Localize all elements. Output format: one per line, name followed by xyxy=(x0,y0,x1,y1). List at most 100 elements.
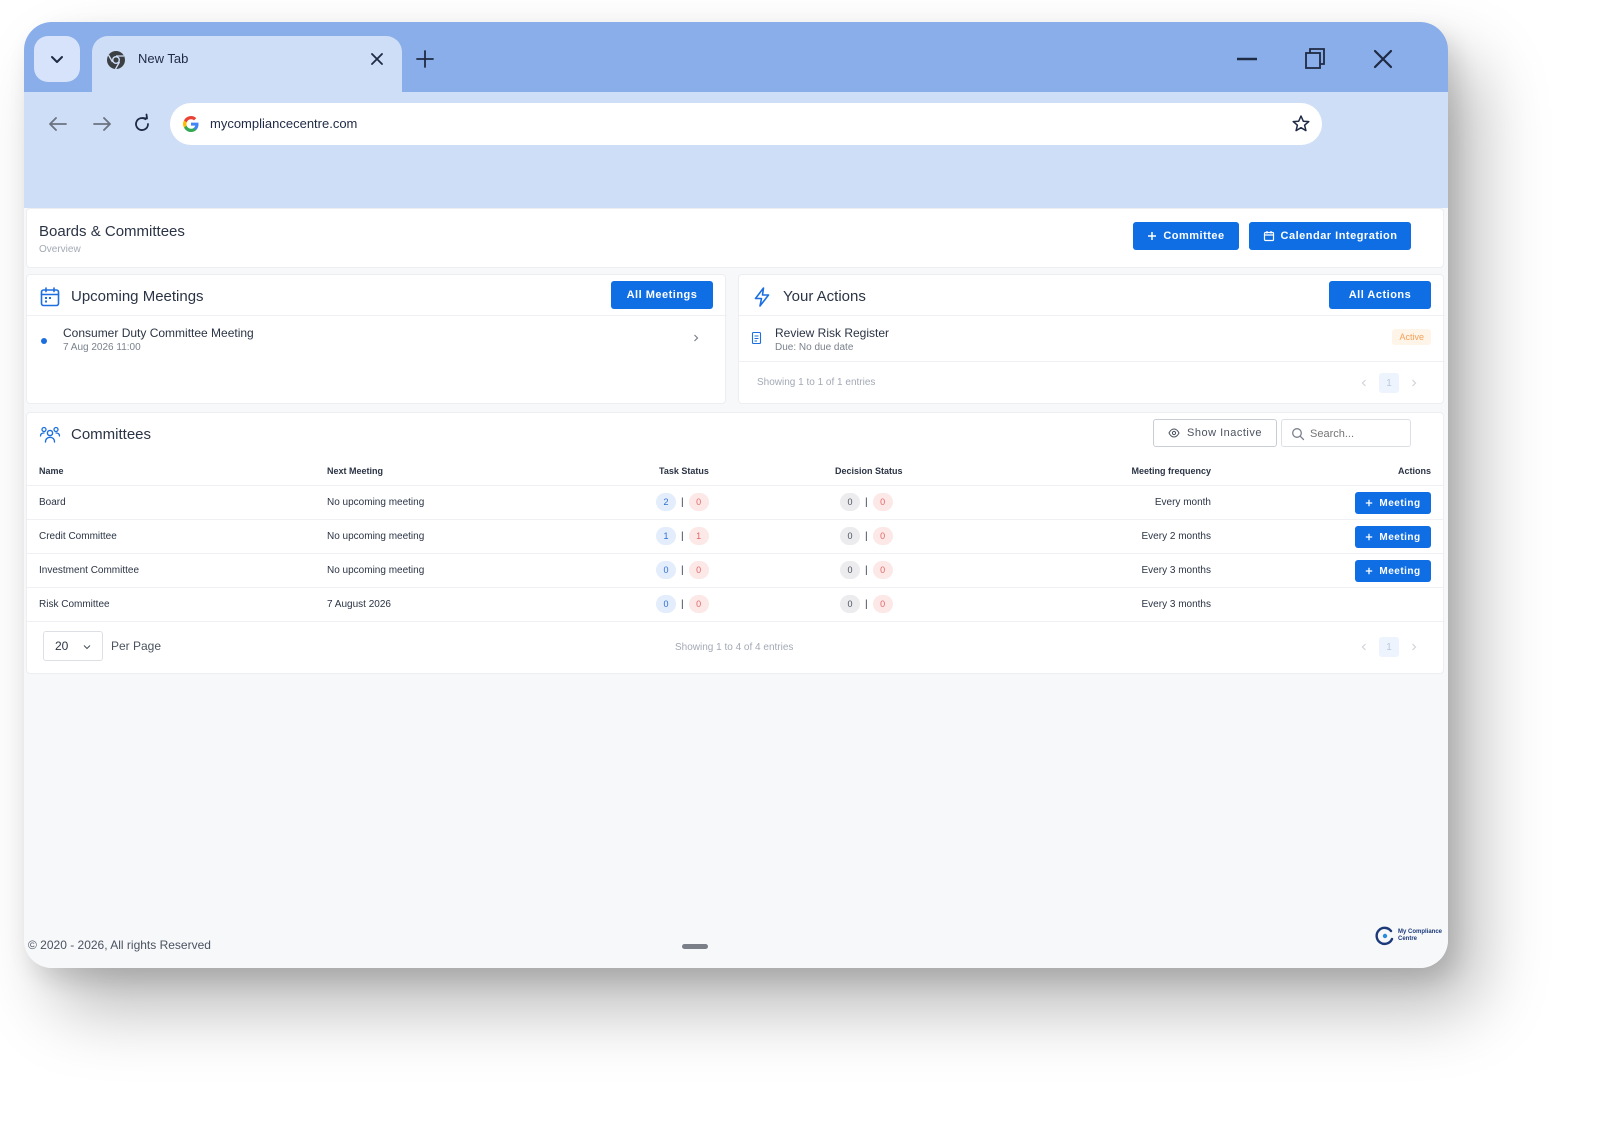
task-status: 1 | 1 xyxy=(656,527,709,545)
col-header-name[interactable]: Name xyxy=(39,466,64,476)
chevron-left-icon[interactable] xyxy=(1357,376,1371,390)
overdue-count: 0 xyxy=(688,595,709,613)
plus-icon xyxy=(1366,533,1373,541)
col-header-frequency[interactable]: Meeting frequency xyxy=(1131,466,1211,476)
tab-search-button[interactable] xyxy=(34,36,80,82)
table-row[interactable]: Credit Committee No upcoming meeting 1 |… xyxy=(27,519,1443,553)
add-committee-button[interactable]: Committee xyxy=(1133,222,1239,250)
search-input-box[interactable] xyxy=(1281,419,1411,447)
card-divider xyxy=(739,361,1445,362)
open-count: 0 xyxy=(656,595,676,613)
col-header-task-status[interactable]: Task Status xyxy=(659,466,709,476)
plus-icon xyxy=(1366,499,1373,507)
status-separator: | xyxy=(681,496,684,508)
address-bar[interactable]: mycompliancecentre.com xyxy=(170,103,1322,145)
overdue-count: 0 xyxy=(872,595,893,613)
meeting-frequency: Every 2 months xyxy=(1141,531,1211,542)
overdue-count: 0 xyxy=(872,493,893,511)
meeting-date: 7 Aug 2026 11:00 xyxy=(63,342,141,353)
col-header-actions: Actions xyxy=(1397,466,1431,476)
status-separator: | xyxy=(681,564,684,576)
table-row[interactable]: Board No upcoming meeting 2 | 0 0 | 0 Ev… xyxy=(27,485,1443,519)
table-row[interactable]: Investment Committee No upcoming meeting… xyxy=(27,553,1443,587)
your-actions-title: Your Actions xyxy=(783,288,866,305)
bullet-dot xyxy=(41,338,47,344)
minimize-icon[interactable] xyxy=(1234,46,1260,72)
per-page-select[interactable]: 20 xyxy=(43,631,103,661)
bookmark-star-icon[interactable] xyxy=(1290,113,1312,135)
add-meeting-button[interactable]: Meeting xyxy=(1355,492,1431,514)
actions-pagination: 1 xyxy=(1357,373,1421,393)
forward-arrow-icon[interactable] xyxy=(88,110,116,138)
overdue-count: 0 xyxy=(688,493,709,511)
col-header-decision-status[interactable]: Decision Status xyxy=(835,466,903,476)
committee-name: Credit Committee xyxy=(39,531,117,542)
show-inactive-button[interactable]: Show Inactive xyxy=(1153,419,1277,447)
all-actions-button[interactable]: All Actions xyxy=(1329,281,1431,309)
open-count: 0 xyxy=(840,493,860,511)
page-title: Boards & Committees xyxy=(39,223,185,240)
page-number[interactable]: 1 xyxy=(1379,373,1399,393)
open-count: 1 xyxy=(656,527,676,545)
chevron-left-icon[interactable] xyxy=(1357,640,1371,654)
new-tab-icon[interactable] xyxy=(412,46,438,72)
open-count: 0 xyxy=(840,527,860,545)
meeting-title: Consumer Duty Committee Meeting xyxy=(63,326,254,340)
add-meeting-button[interactable]: Meeting xyxy=(1355,526,1431,548)
calendar-icon xyxy=(1263,231,1274,242)
add-committee-label: Committee xyxy=(1163,230,1225,242)
plus-icon xyxy=(1148,232,1157,240)
next-meeting: No upcoming meeting xyxy=(327,497,425,508)
company-logo: My Compliance Centre xyxy=(1375,926,1442,946)
open-count: 0 xyxy=(656,561,676,579)
decision-status: 0 | 0 xyxy=(840,595,893,613)
open-count: 0 xyxy=(840,595,860,613)
task-status: 2 | 0 xyxy=(656,493,709,511)
chrome-icon xyxy=(107,51,125,70)
action-title: Review Risk Register xyxy=(775,326,890,340)
page-number[interactable]: 1 xyxy=(1379,637,1399,657)
add-meeting-button[interactable]: Meeting xyxy=(1355,560,1431,582)
status-separator: | xyxy=(865,598,868,610)
all-meetings-button[interactable]: All Meetings xyxy=(611,281,713,309)
search-icon xyxy=(1292,428,1305,441)
open-count: 2 xyxy=(656,493,676,511)
decision-status: 0 | 0 xyxy=(840,527,893,545)
chevron-right-icon[interactable] xyxy=(1407,640,1421,654)
reload-icon[interactable] xyxy=(128,110,156,138)
table-row[interactable]: Risk Committee 7 August 2026 0 | 0 0 | 0… xyxy=(27,587,1443,621)
tab-title: New Tab xyxy=(138,51,189,66)
copyright-text: © 2020 - 2026, All rights Reserved xyxy=(28,938,211,952)
back-arrow-icon[interactable] xyxy=(44,110,72,138)
committees-card: Committees Show Inactive Name Next Meeti… xyxy=(26,412,1445,674)
calendar-icon xyxy=(40,287,60,307)
overdue-count: 0 xyxy=(872,527,893,545)
all-meetings-label: All Meetings xyxy=(626,289,698,301)
google-icon xyxy=(183,116,199,132)
chevron-right-icon[interactable] xyxy=(1407,376,1421,390)
close-tab-icon[interactable] xyxy=(366,48,388,70)
calendar-integration-label: Calendar Integration xyxy=(1280,230,1398,242)
task-status: 0 | 0 xyxy=(656,561,709,579)
calendar-integration-button[interactable]: Calendar Integration xyxy=(1249,222,1411,250)
task-status: 0 | 0 xyxy=(656,595,709,613)
search-input[interactable] xyxy=(1310,425,1404,443)
close-window-icon[interactable] xyxy=(1370,46,1396,72)
page-content: Boards & Committees Overview Committee C… xyxy=(24,208,1448,968)
next-meeting: No upcoming meeting xyxy=(327,531,425,542)
browser-tab[interactable]: New Tab xyxy=(92,36,402,92)
logo-line-2: Centre xyxy=(1397,936,1417,942)
chevron-down-icon xyxy=(83,645,91,650)
logo-line-1: My Compliance xyxy=(1397,929,1442,935)
per-page-value: 20 xyxy=(55,639,69,653)
screen: New Tab mycompliancecentre.com Boards & xyxy=(0,0,1606,1127)
card-divider xyxy=(27,315,727,316)
status-separator: | xyxy=(865,530,868,542)
status-separator: | xyxy=(865,496,868,508)
overdue-count: 1 xyxy=(688,527,709,545)
restore-icon[interactable] xyxy=(1302,46,1328,72)
decision-status: 0 | 0 xyxy=(840,493,893,511)
home-indicator[interactable] xyxy=(682,944,708,949)
col-header-next-meeting[interactable]: Next Meeting xyxy=(327,466,383,476)
overdue-count: 0 xyxy=(872,561,893,579)
